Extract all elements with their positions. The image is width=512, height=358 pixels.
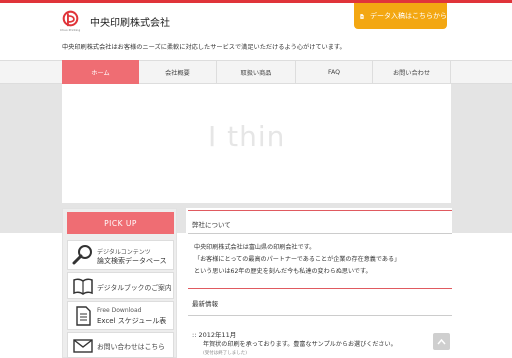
about-line: 中央印刷株式会社は富山県の印刷会社です。 (194, 244, 316, 251)
sidebar-item-label: Excel スケジュール表 (97, 317, 167, 325)
news-date: :: 2012年11月 (192, 331, 237, 339)
hero-text: I thin (208, 120, 286, 153)
upload-label: データ入稿はこちらから (370, 12, 447, 20)
tagline: 中央印刷株式会社はお客様のニーズに柔軟に対応したサービスで満足いただけるよう心が… (62, 44, 346, 51)
upload-file-icon (360, 13, 364, 19)
sidebar-item-subtitle: デジタルコンテンツ (97, 249, 151, 256)
sidebar-item-label: お問い合わせはこちら (97, 343, 165, 351)
data-upload-button[interactable]: データ入稿はこちらから (354, 3, 447, 29)
envelope-icon (73, 339, 93, 353)
company-name[interactable]: 中央印刷株式会社 (90, 14, 170, 29)
nav-company-profile[interactable]: 会社概要 (139, 60, 217, 84)
about-line: 「お客様にとっての最高のパートナーであることが企業の存在意義である」 (194, 256, 401, 263)
chevron-up-icon (437, 338, 446, 344)
hero-banner: I thin (62, 84, 451, 203)
sidebar-item-label: 論文検索データベース (97, 257, 167, 265)
logo-subtext: Chuo Printing (60, 28, 81, 32)
news-text[interactable]: 年賀状の印刷を承っております。豊富なサンプルからお選びください。 (203, 339, 397, 348)
company-logo-icon[interactable] (62, 10, 79, 27)
nav-faq[interactable]: FAQ (296, 60, 373, 84)
sidebar-item-contact[interactable]: お問い合わせはこちら (67, 332, 174, 358)
nav-contact[interactable]: お問い合わせ (373, 60, 451, 84)
section-underline (188, 233, 452, 234)
news-note: (受付は終了しました) (203, 351, 248, 356)
magnifier-icon (72, 245, 92, 265)
sidebar-item-digital-book[interactable]: デジタルブックのご案内 (67, 272, 174, 299)
about-title: 弊社について (192, 221, 231, 229)
document-icon (76, 306, 91, 326)
section-underline (188, 315, 452, 316)
sidebar-item-subtitle: Free Download (97, 307, 142, 314)
sidebar-item-paper-search[interactable]: デジタルコンテンツ 論文検索データベース (67, 240, 174, 270)
scroll-to-top-button[interactable] (433, 333, 450, 350)
pickup-header: PICK UP (67, 212, 174, 234)
open-book-icon (73, 278, 93, 295)
nav-products[interactable]: 取扱い商品 (217, 60, 296, 84)
sidebar-item-label: デジタルブックのご案内 (97, 284, 172, 292)
section-divider (188, 210, 452, 211)
sidebar-item-excel-schedule[interactable]: Free Download Excel スケジュール表 (67, 301, 174, 330)
news-title: 最新情報 (192, 300, 218, 308)
nav-home[interactable]: ホーム (62, 60, 139, 84)
section-divider (188, 288, 452, 289)
about-line: という思いは62年の歴史を刻んだ今も私達の変わらぬ思いです。 (194, 268, 372, 275)
